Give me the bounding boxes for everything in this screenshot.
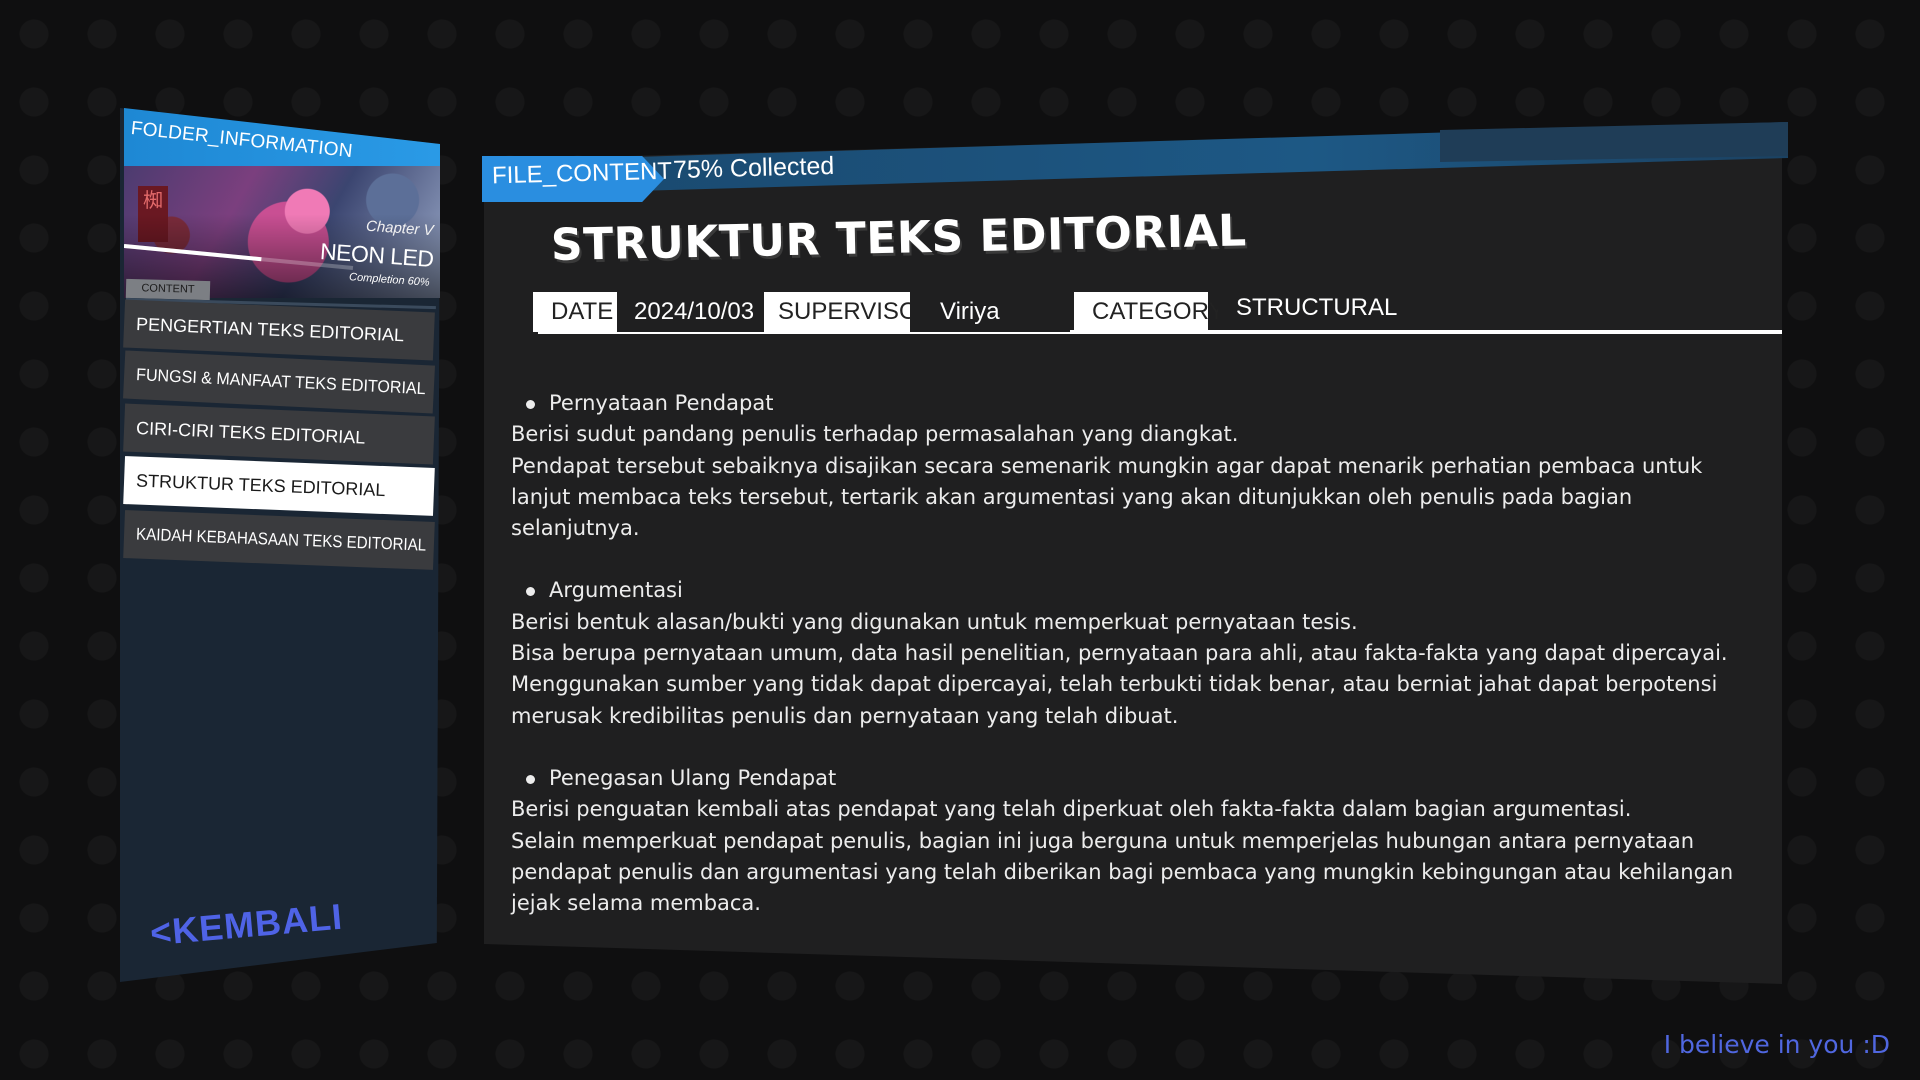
footer-message: I believe in you :D [1663,1030,1890,1059]
sidebar-item-label: CIRI-CIRI TEKS EDITORIAL [135,418,366,448]
bullet-icon [526,400,535,409]
file-content-label: FILE_CONTENT [491,157,673,190]
section-heading: Argumentasi [511,575,1761,606]
paragraph: Berisi bentuk alasan/bukti yang digunaka… [511,609,1358,634]
category-label: CATEGORY [1074,292,1224,332]
paragraph: Bisa berupa pernyataan umum, data hasil … [511,641,1728,666]
category-value: STRUCTURAL [1218,288,1438,328]
paragraph: Berisi penguatan kembali atas pendapat y… [511,797,1632,822]
date-value: 2024/10/03 [617,292,765,332]
paragraph: Menggunakan sumber yang tidak dapat dipe… [511,672,1718,728]
section-heading-text: Penegasan Ulang Pendapat [549,765,837,790]
collected-status: 75% Collected [672,151,835,185]
content-tag: CONTENT [125,278,211,301]
section-heading: Pernyataan Pendapat [511,388,1761,419]
bullet-icon [526,774,535,784]
section-heading-text: Pernyataan Pendapat [549,391,774,415]
section-heading-text: Argumentasi [549,578,683,603]
file-content-body: Pernyataan Pendapat Berisi sudut pandang… [511,388,1761,950]
sidebar-item-label: STRUKTUR TEKS EDITORIAL [135,470,386,501]
supervisor-value: Viriya [910,292,1070,332]
paragraph: Pendapat tersebut sebaiknya disajikan se… [511,453,1703,541]
paragraph: Selain memperkuat pendapat penulis, bagi… [511,828,1734,916]
bullet-icon [526,587,535,597]
section-argumentasi: Argumentasi Berisi bentuk alasan/bukti y… [511,575,1761,731]
section-penegasan: Penegasan Ulang Pendapat Berisi penguata… [511,763,1761,919]
supervisor-label: SUPERVISOR [764,292,935,332]
paragraph: Berisi sudut pandang penulis terhadap pe… [511,422,1239,447]
section-heading: Penegasan Ulang Pendapat [511,763,1761,794]
section-pernyataan: Pernyataan Pendapat Berisi sudut pandang… [511,388,1761,544]
date-label: DATE [533,292,621,332]
